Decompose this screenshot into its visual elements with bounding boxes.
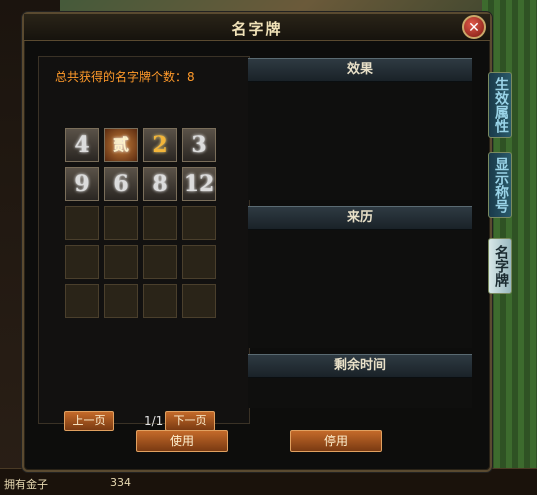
card-collection-panel: 总共获得的名字牌个数：8 4 贰 2 3 9 6 8 12 上一页 1/1 下一页	[38, 56, 250, 431]
next-page-button[interactable]: 下一页	[165, 411, 215, 431]
use-button[interactable]: 使用	[136, 430, 228, 452]
title-card-icon: 6	[113, 171, 129, 197]
tab-display-title[interactable]: 显示称号	[488, 152, 512, 218]
empty-card-slot[interactable]	[65, 245, 99, 279]
empty-card-slot[interactable]	[104, 245, 138, 279]
title-card-slot[interactable]: 2	[143, 128, 177, 162]
empty-card-slot[interactable]	[65, 206, 99, 240]
empty-card-slot[interactable]	[104, 206, 138, 240]
effect-header: 效果	[248, 58, 472, 82]
title-card-window: 名字牌 ✕ 总共获得的名字牌个数：8 4 贰 2 3 9 6 8 12 上一页 1/1 下一页…	[22, 12, 492, 472]
effect-body	[248, 82, 472, 200]
title-card-icon: 4	[74, 132, 90, 158]
title-card-slot[interactable]: 6	[104, 167, 138, 201]
title-card-slot[interactable]: 贰	[104, 128, 138, 162]
page-indicator: 1/1	[144, 414, 164, 428]
gold-label: 拥有金子	[4, 478, 48, 491]
empty-card-slot[interactable]	[143, 284, 177, 318]
title-card-slot[interactable]: 9	[65, 167, 99, 201]
origin-body	[248, 230, 472, 348]
title-card-slot[interactable]: 3	[182, 128, 216, 162]
remaining-time-header: 剩余时间	[248, 354, 472, 378]
title-card-icon: 2	[152, 132, 168, 158]
title-card-slot[interactable]: 4	[65, 128, 99, 162]
title-card-icon: 3	[191, 132, 207, 158]
window-title: 名字牌	[231, 20, 283, 38]
title-card-icon: 9	[74, 171, 90, 197]
total-cards-count: 总共获得的名字牌个数：8	[55, 70, 195, 84]
gold-bar: 拥有金子 334	[0, 468, 537, 495]
prev-page-button[interactable]: 上一页	[64, 411, 114, 431]
stop-button[interactable]: 停用	[290, 430, 382, 452]
close-button[interactable]: ✕	[462, 15, 486, 39]
empty-card-slot[interactable]	[182, 206, 216, 240]
empty-card-slot[interactable]	[182, 284, 216, 318]
title-bar[interactable]: 名字牌 ✕	[24, 14, 490, 41]
remaining-time-body	[248, 378, 472, 408]
title-card-slot[interactable]: 12	[182, 167, 216, 201]
empty-card-slot[interactable]	[143, 245, 177, 279]
empty-card-slot[interactable]	[182, 245, 216, 279]
gold-value: 334	[110, 476, 131, 489]
origin-header: 来历	[248, 206, 472, 230]
tab-title-cards[interactable]: 名字牌	[488, 238, 512, 294]
empty-card-slot[interactable]	[143, 206, 177, 240]
empty-card-slot[interactable]	[104, 284, 138, 318]
title-card-slot[interactable]: 8	[143, 167, 177, 201]
tab-effective-attributes[interactable]: 生效属性	[488, 72, 512, 138]
empty-card-slot[interactable]	[65, 284, 99, 318]
title-card-icon: 12	[183, 171, 215, 197]
title-card-icon: 8	[152, 171, 168, 197]
title-card-icon: 贰	[112, 135, 129, 154]
